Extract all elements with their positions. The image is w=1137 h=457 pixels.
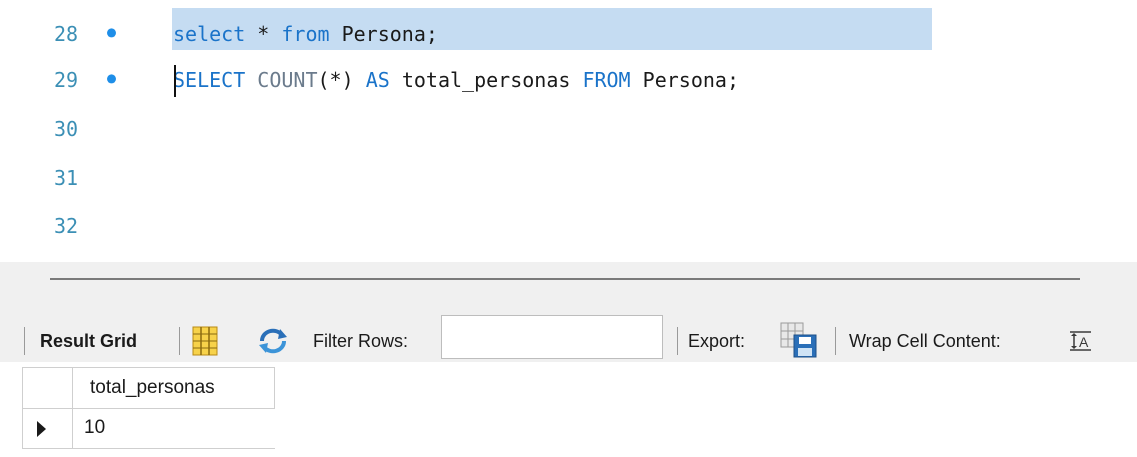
execution-dot-icon	[107, 28, 116, 38]
code-token: total_personas	[389, 68, 583, 92]
result-grid[interactable]: total_personas 10	[0, 362, 1137, 457]
column-header-total-personas[interactable]: total_personas	[72, 367, 275, 409]
filter-rows-label: Filter Rows:	[313, 331, 409, 351]
panel-splitter[interactable]	[0, 262, 1137, 310]
toolbar-separator	[24, 327, 25, 355]
line-number: 30	[54, 117, 79, 141]
grid-corner-header[interactable]	[22, 367, 72, 409]
line-number: 31	[54, 166, 79, 190]
code-text[interactable]: select * from Persona;	[173, 22, 438, 46]
keyword-as: AS	[365, 68, 390, 92]
refresh-icon[interactable]	[256, 327, 290, 355]
wrap-text-icon[interactable]: A	[1069, 330, 1093, 352]
export-label: Export:	[688, 331, 746, 351]
code-token: Persona;	[329, 22, 438, 46]
code-token: *	[245, 22, 282, 46]
current-row-arrow-icon	[37, 421, 46, 437]
result-toolbar: Result Grid Filter Rows: Export: Wrap Ce…	[0, 310, 1137, 362]
result-grid-tab[interactable]: Result Grid	[40, 329, 137, 353]
editor-line-31[interactable]: 31	[0, 156, 1137, 200]
sql-editor[interactable]: 28 select * from Persona; 29 SELECT COUN…	[0, 0, 1137, 262]
wrap-cell-content-label: Wrap Cell Content:	[849, 331, 1001, 351]
table-cell[interactable]: 10	[72, 409, 275, 449]
line-number: 28	[54, 22, 79, 46]
toolbar-separator	[179, 327, 180, 355]
keyword-select: SELECT	[173, 68, 246, 92]
editor-line-32[interactable]: 32	[0, 204, 1137, 248]
grid-layout-icon[interactable]	[192, 326, 218, 356]
export-save-icon[interactable]	[780, 322, 818, 358]
toolbar-separator	[835, 327, 836, 355]
code-token: Persona;	[630, 68, 739, 92]
line-number: 32	[54, 214, 79, 238]
filter-rows-input[interactable]	[441, 315, 663, 359]
toolbar-separator	[677, 327, 678, 355]
code-text[interactable]: SELECT COUNT(*) AS total_personas FROM P…	[173, 68, 739, 92]
splitter-handle[interactable]	[50, 278, 1080, 280]
editor-line-28[interactable]: 28 select * from Persona;	[0, 12, 1137, 56]
keyword-from: FROM	[582, 68, 631, 92]
text-caret	[174, 65, 176, 97]
execution-dot-icon	[107, 74, 116, 84]
row-indicator[interactable]	[22, 409, 72, 449]
svg-text:A: A	[1079, 334, 1089, 350]
editor-line-30[interactable]: 30	[0, 107, 1137, 151]
editor-line-29[interactable]: 29 SELECT COUNT(*) AS total_personas FRO…	[0, 58, 1137, 102]
keyword-from: from	[281, 22, 330, 46]
function-count: COUNT	[257, 68, 318, 92]
keyword-select: select	[173, 22, 246, 46]
line-number: 29	[54, 68, 79, 92]
code-token: (*)	[317, 68, 366, 92]
